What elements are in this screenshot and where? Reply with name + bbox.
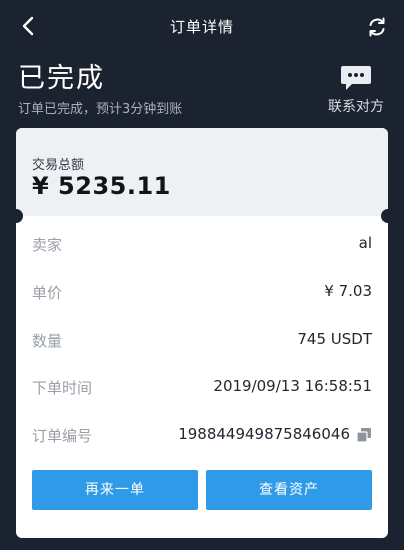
order-status: 已完成 订单已完成，预计3分钟到账 [18,62,182,117]
status-title: 已完成 [18,63,105,94]
quantity-row: 数量 745 USDT [32,328,372,352]
contact-counterparty-button[interactable]: 联系对方 [322,64,390,116]
order-time-value: 2019/09/13 16:58:51 [213,377,372,395]
order-time-row: 下单时间 2019/09/13 16:58:51 [32,375,372,399]
reorder-button[interactable]: 再来一单 [32,470,198,510]
order-number-label: 订单编号 [32,427,93,445]
seller-label: 卖家 [32,236,63,254]
price-value: ¥ 7.03 [324,282,372,300]
total-amount-label: 交易总额 [32,158,85,173]
quantity-label: 数量 [32,332,63,350]
contact-label: 联系对方 [328,99,384,115]
top-nav-bar: 订单详情 [0,0,404,52]
page-title: 订单详情 [169,18,234,36]
order-number-row: 订单编号 198844949875846046 [32,423,372,447]
total-amount-value: ¥ 5235.11 [32,172,171,200]
chat-bubble-icon [341,66,371,90]
order-number-value: 198844949875846046 [178,425,350,443]
view-assets-button[interactable]: 查看资产 [206,470,372,510]
seller-value: al [358,234,372,252]
total-section: 交易总额 ¥ 5235.11 [16,128,388,216]
seller-row: 卖家 al [32,232,372,256]
status-subtitle: 订单已完成，预计3分钟到账 [18,102,183,117]
price-label: 单价 [32,284,63,302]
order-detail-page: 订单详情 已完成 订单已完成，预计3分钟到账 联系对方 交易总额 ¥ 5235.… [0,0,404,550]
order-time-label: 下单时间 [32,379,93,397]
order-card: 交易总额 ¥ 5235.11 卖家 al 单价 ¥ 7.03 数量 745 US… [16,128,388,538]
refresh-icon[interactable] [366,16,388,38]
card-notch-left [9,209,23,223]
copy-icon[interactable] [356,427,372,443]
price-row: 单价 ¥ 7.03 [32,280,372,304]
card-notch-right [381,209,395,223]
quantity-value: 745 USDT [297,330,372,348]
